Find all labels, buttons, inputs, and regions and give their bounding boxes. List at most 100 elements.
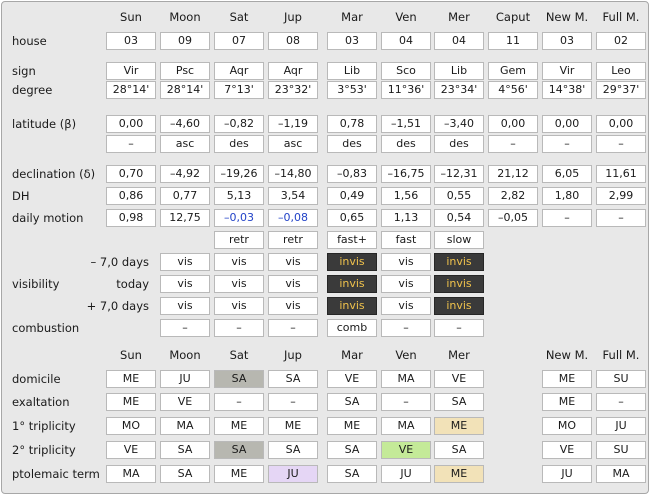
visibility-cell: vis [160, 253, 210, 271]
dignity-column-header-fullm: Full M. [602, 348, 640, 362]
dh-cell: 1,56 [381, 187, 431, 205]
dh-cell: 0,77 [160, 187, 210, 205]
degree-cell: 23°34' [434, 81, 484, 99]
visibility-cell: invis [327, 253, 377, 271]
dignity-column-header-newm: New M. [545, 348, 589, 362]
dignity-cell: ME [542, 370, 592, 388]
dignity-cell: – [381, 393, 431, 411]
latitude-cell: 0,00 [542, 115, 592, 133]
column-header-jup: Jup [284, 10, 302, 24]
combustion-cell: – [160, 319, 210, 337]
visibility-cell: invis [434, 275, 484, 293]
dignity-cell: ME [434, 417, 484, 435]
declination-cell: 21,12 [488, 165, 538, 183]
visibility-cell: invis [327, 297, 377, 315]
row-label-triplicity1: 1° triplicity [12, 419, 76, 433]
visibility-sublabel: today [116, 277, 149, 291]
dignity-cell: VE [434, 370, 484, 388]
visibility-cell: vis [268, 253, 318, 271]
latitude-cell: 0,00 [106, 115, 156, 133]
latitude-direction-cell: des [434, 135, 484, 153]
daily-motion-cell: –0,03 [214, 209, 264, 227]
visibility-cell: vis [381, 297, 431, 315]
latitude-cell: –1,51 [381, 115, 431, 133]
dignity-cell: ME [214, 465, 264, 483]
dignity-cell: SU [596, 370, 646, 388]
row-label-sign: sign [12, 64, 36, 78]
declination-cell: –12,31 [434, 165, 484, 183]
sign-cell: Vir [106, 62, 156, 80]
combustion-cell: comb [327, 319, 377, 337]
dignity-cell: MA [381, 417, 431, 435]
latitude-cell: –3,40 [434, 115, 484, 133]
house-cell: 02 [596, 32, 646, 50]
latitude-cell: –0,82 [214, 115, 264, 133]
visibility-cell: vis [381, 275, 431, 293]
combustion-cell: – [214, 319, 264, 337]
dignity-cell: SA [327, 393, 377, 411]
row-label-latitude: latitude (β) [12, 117, 77, 131]
column-header-sat: Sat [229, 10, 249, 24]
dignity-cell: ME [106, 393, 156, 411]
dh-cell: 0,55 [434, 187, 484, 205]
sign-cell: Sco [381, 62, 431, 80]
combustion-cell: – [434, 319, 484, 337]
column-header-newm: New M. [545, 10, 589, 24]
column-header-fullm: Full M. [602, 10, 640, 24]
row-label-declination: declination (δ) [12, 167, 96, 181]
dignity-cell: VE [542, 441, 592, 459]
column-header-moon: Moon [169, 10, 201, 24]
degree-cell: 11°36' [381, 81, 431, 99]
dignity-cell: SA [327, 465, 377, 483]
latitude-direction-cell: – [106, 135, 156, 153]
dignity-cell: VE [106, 441, 156, 459]
sign-cell: Aqr [214, 62, 264, 80]
dignity-cell: MA [596, 465, 646, 483]
daily-motion-cell: 0,98 [106, 209, 156, 227]
column-header-mar: Mar [341, 10, 363, 24]
visibility-cell: vis [268, 297, 318, 315]
motion-state-cell: retr [268, 231, 318, 249]
daily-motion-cell: 12,75 [160, 209, 210, 227]
daily-motion-cell: – [542, 209, 592, 227]
dignity-cell: VE [381, 441, 431, 459]
house-cell: 09 [160, 32, 210, 50]
degree-cell: 23°32' [268, 81, 318, 99]
latitude-direction-cell: – [596, 135, 646, 153]
column-header-mer: Mer [448, 10, 470, 24]
house-cell: 03 [106, 32, 156, 50]
column-header-sun: Sun [120, 10, 142, 24]
dignity-column-header-mer: Mer [448, 348, 470, 362]
degree-cell: 7°13' [214, 81, 264, 99]
dignity-cell: MA [381, 370, 431, 388]
declination-cell: –16,75 [381, 165, 431, 183]
dignity-cell: SU [596, 441, 646, 459]
row-label-degree: degree [12, 83, 53, 97]
latitude-direction-cell: des [214, 135, 264, 153]
declination-cell: –4,92 [160, 165, 210, 183]
row-label-house: house [12, 34, 47, 48]
dignity-cell: ME [268, 417, 318, 435]
dh-cell: 3,54 [268, 187, 318, 205]
dignity-cell: JU [596, 417, 646, 435]
dignity-cell: JU [268, 465, 318, 483]
latitude-direction-cell: des [381, 135, 431, 153]
row-label-ptolemaic: ptolemaic term [12, 467, 100, 481]
combustion-cell: – [381, 319, 431, 337]
dignity-column-header-sat: Sat [229, 348, 249, 362]
dignity-cell: SA [434, 393, 484, 411]
row-label-domicile: domicile [12, 372, 61, 386]
dignity-cell: SA [434, 441, 484, 459]
motion-state-cell: slow [434, 231, 484, 249]
dignity-cell: SA [327, 441, 377, 459]
dignity-cell: VE [160, 393, 210, 411]
dignity-cell: SA [214, 370, 264, 388]
sign-cell: Lib [327, 62, 377, 80]
dh-cell: 2,99 [596, 187, 646, 205]
row-label-daily-motion: daily motion [12, 211, 84, 225]
declination-cell: 0,70 [106, 165, 156, 183]
dignity-cell: – [268, 393, 318, 411]
dh-cell: 0,49 [327, 187, 377, 205]
house-cell: 03 [542, 32, 592, 50]
house-cell: 04 [434, 32, 484, 50]
